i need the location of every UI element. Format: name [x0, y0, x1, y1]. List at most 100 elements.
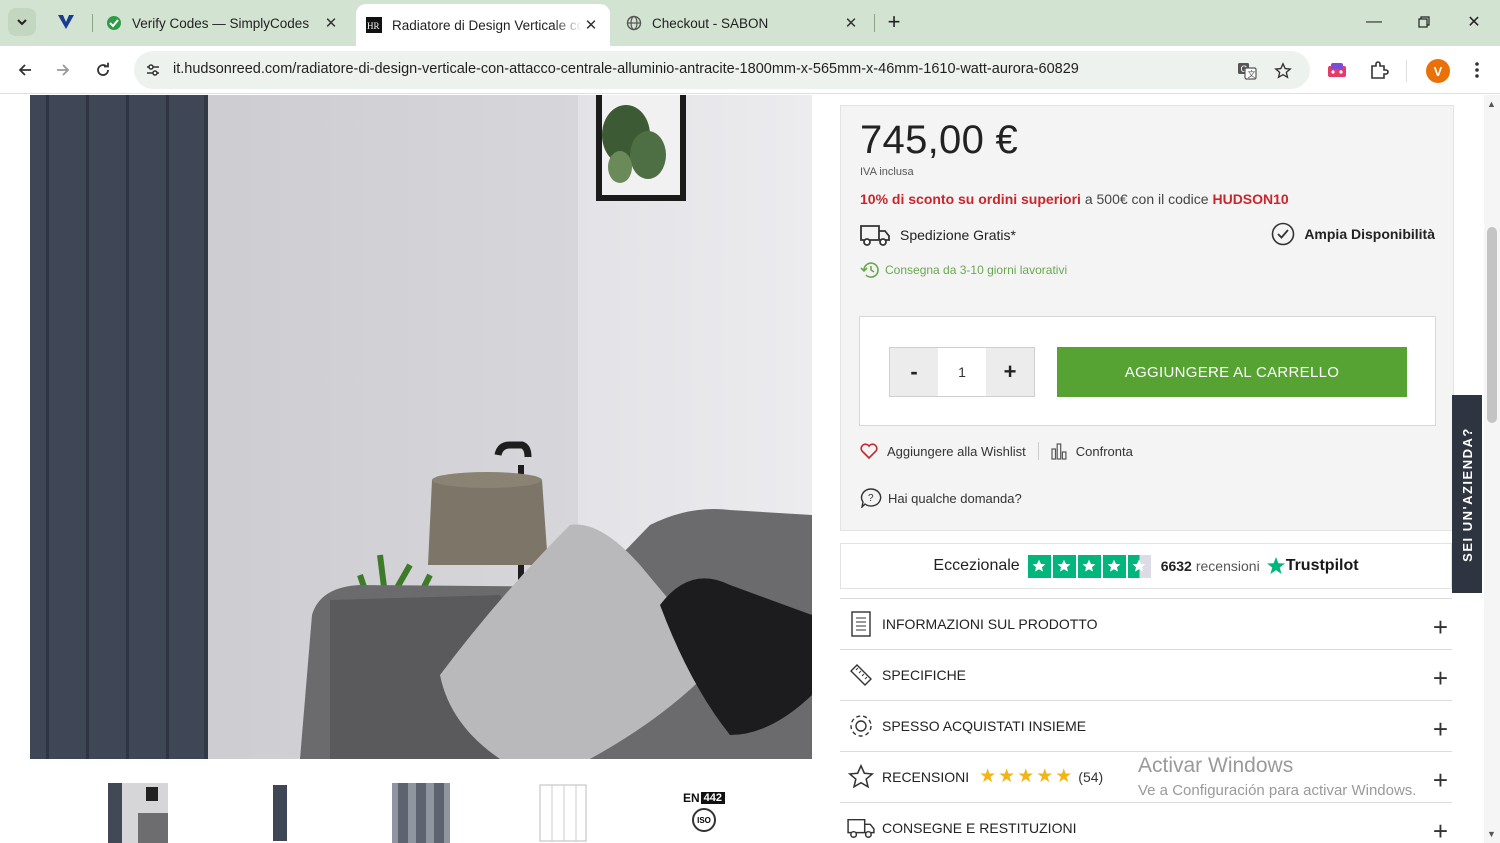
quantity-decrease-button[interactable]: -: [890, 348, 938, 396]
accordion-label: RECENSIONI: [882, 768, 970, 785]
product-main-image[interactable]: [30, 95, 812, 759]
tab-title: Checkout - SABON: [652, 15, 769, 31]
plus-icon[interactable]: +: [1433, 816, 1448, 843]
truck-icon: [860, 225, 890, 246]
simplycodes-v-icon: [58, 15, 74, 29]
thumbnail-strip: EN 442 ISO: [30, 783, 812, 843]
gear-icon: [840, 701, 882, 751]
url-text[interactable]: it.hudsonreed.com/radiatore-di-design-ve…: [173, 61, 1079, 77]
star-outline-icon: [840, 752, 882, 802]
question-link[interactable]: ? Hai qualche domanda?: [860, 488, 1022, 508]
close-icon[interactable]: ✕: [582, 16, 600, 34]
accordion-product-info[interactable]: INFORMAZIONI SUL PRODOTTO +: [840, 598, 1452, 648]
tab-search-button[interactable]: [8, 8, 36, 36]
question-label: Hai qualche domanda?: [888, 490, 1022, 506]
globe-icon: [626, 15, 642, 31]
restore-button[interactable]: [1406, 8, 1442, 36]
thumbnail-room[interactable]: [108, 783, 168, 843]
add-to-cart-panel: - + AGGIUNGERE AL CARRELLO: [859, 316, 1436, 426]
scroll-up-icon[interactable]: ▲: [1487, 99, 1496, 109]
truck-icon: [840, 803, 882, 843]
address-bar[interactable]: it.hudsonreed.com/radiatore-di-design-ve…: [134, 51, 1310, 89]
scrollbar-thumb[interactable]: [1487, 227, 1497, 423]
windows-activation-watermark: Activar Windows Ve a Configuración para …: [1138, 754, 1416, 799]
back-button[interactable]: [10, 55, 40, 85]
bookmark-button[interactable]: [1272, 60, 1294, 82]
watermark-subtitle: Ve a Configuración para activar Windows.: [1138, 782, 1417, 799]
tab-checkout-sabon[interactable]: Checkout - SABON ✕: [616, 6, 870, 40]
puzzle-icon: [1371, 61, 1389, 79]
arrow-right-icon: [57, 64, 70, 76]
simplycodes-favicon-icon: [106, 15, 122, 31]
restore-icon: [1418, 16, 1430, 28]
close-icon[interactable]: ✕: [842, 14, 860, 32]
arrow-left-icon: [18, 64, 31, 76]
trustpilot-widget[interactable]: Eccezionale 6632 recensioni Trustpilot: [840, 543, 1452, 589]
svg-text:文: 文: [1248, 69, 1256, 79]
heart-icon: [860, 443, 878, 459]
accordion-delivery-returns[interactable]: CONSEGNE E RESTITUZIONI +: [840, 802, 1452, 843]
page-content: EN 442 ISO 745,00 € IVA inclusa 10% di s…: [0, 95, 1500, 843]
accordion-label: CONSEGNE E RESTITUZIONI: [882, 819, 1077, 836]
bar-chart-icon: [1051, 443, 1067, 460]
add-to-cart-button[interactable]: AGGIUNGERE AL CARRELLO: [1057, 347, 1407, 397]
minimize-button[interactable]: —: [1356, 8, 1392, 36]
plus-icon[interactable]: +: [1433, 612, 1448, 643]
hudson-reed-favicon-icon: HR: [366, 17, 382, 33]
side-tab-label: SEI UN'AZIENDA?: [1459, 426, 1475, 562]
site-info-button[interactable]: [142, 59, 164, 81]
tab-bar: Verify Codes — SimplyCodes ✕ HR Radiator…: [0, 0, 1500, 46]
trustpilot-star-icon: [1077, 554, 1101, 578]
tab-title: Verify Codes — SimplyCodes: [132, 15, 310, 31]
translate-button[interactable]: G文: [1236, 60, 1258, 82]
reload-button[interactable]: [88, 55, 118, 85]
cart-extension-icon: [1328, 63, 1346, 77]
plus-icon[interactable]: +: [1433, 663, 1448, 694]
browser-menu-button[interactable]: [1466, 59, 1488, 81]
avatar[interactable]: V: [1426, 59, 1450, 83]
new-tab-button[interactable]: +: [880, 8, 908, 36]
tab-radiatore[interactable]: HR Radiatore di Design Verticale co ✕: [356, 4, 610, 46]
plus-icon[interactable]: +: [1433, 765, 1448, 796]
thumbnail-drawing[interactable]: [534, 783, 592, 843]
accordion-specifications[interactable]: SPECIFICHE +: [840, 649, 1452, 699]
accordion-bought-together[interactable]: SPESSO ACQUISTATI INSIEME +: [840, 700, 1452, 750]
wishlist-link[interactable]: Aggiungere alla Wishlist: [860, 443, 1026, 459]
quantity-input[interactable]: [938, 348, 986, 396]
minimize-icon: —: [1366, 13, 1382, 30]
page-scrollbar[interactable]: ▲ ▼: [1484, 95, 1500, 843]
vat-note: IVA inclusa: [860, 166, 914, 178]
trustpilot-rating-label: Eccezionale: [933, 557, 1020, 574]
quantity-increase-button[interactable]: +: [986, 348, 1034, 396]
thumbnail-radiator[interactable]: [270, 783, 290, 843]
business-side-tab[interactable]: SEI UN'AZIENDA?: [1452, 395, 1482, 593]
wishlist-compare-row: Aggiungere alla Wishlist Confronta: [860, 442, 1133, 460]
delivery-label: Consegna da 3-10 giorni lavorativi: [885, 263, 1068, 277]
thumbnail-detail[interactable]: [392, 783, 450, 843]
availability-info: Ampia Disponibilità: [1271, 222, 1435, 246]
compare-link[interactable]: Confronta: [1051, 442, 1133, 460]
tab-title: Radiatore di Design Verticale co: [392, 17, 582, 33]
star-icon: [1274, 62, 1292, 79]
extensions-menu-button[interactable]: [1368, 59, 1390, 81]
availability-label: Ampia Disponibilità: [1304, 226, 1435, 242]
tab-verify-codes[interactable]: Verify Codes — SimplyCodes ✕: [96, 6, 350, 40]
close-window-button[interactable]: ✕: [1456, 8, 1492, 36]
tab-separator: [92, 14, 93, 32]
accordion-label: INFORMAZIONI SUL PRODOTTO: [882, 615, 1098, 632]
pinned-tab[interactable]: [52, 8, 80, 36]
shipping-info: Spedizione Gratis*: [859, 222, 1016, 248]
svg-text:?: ?: [868, 493, 874, 504]
promo-mid: a 500€ con il codice: [1080, 191, 1213, 207]
thumbnail-certification[interactable]: EN 442 ISO: [676, 783, 732, 843]
scroll-down-icon[interactable]: ▼: [1487, 829, 1496, 839]
extension-button[interactable]: [1326, 59, 1348, 81]
accordion-label: SPESSO ACQUISTATI INSIEME: [882, 717, 1087, 734]
plus-icon[interactable]: +: [1433, 714, 1448, 745]
question-bubble-icon: ?: [860, 488, 882, 508]
forward-button[interactable]: [48, 55, 78, 85]
compare-label: Confronta: [1075, 443, 1133, 459]
watermark-title: Activar Windows: [1138, 754, 1294, 777]
promo-headline: 10% di sconto su ordini superiori: [860, 191, 1081, 207]
close-icon[interactable]: ✕: [322, 14, 340, 32]
